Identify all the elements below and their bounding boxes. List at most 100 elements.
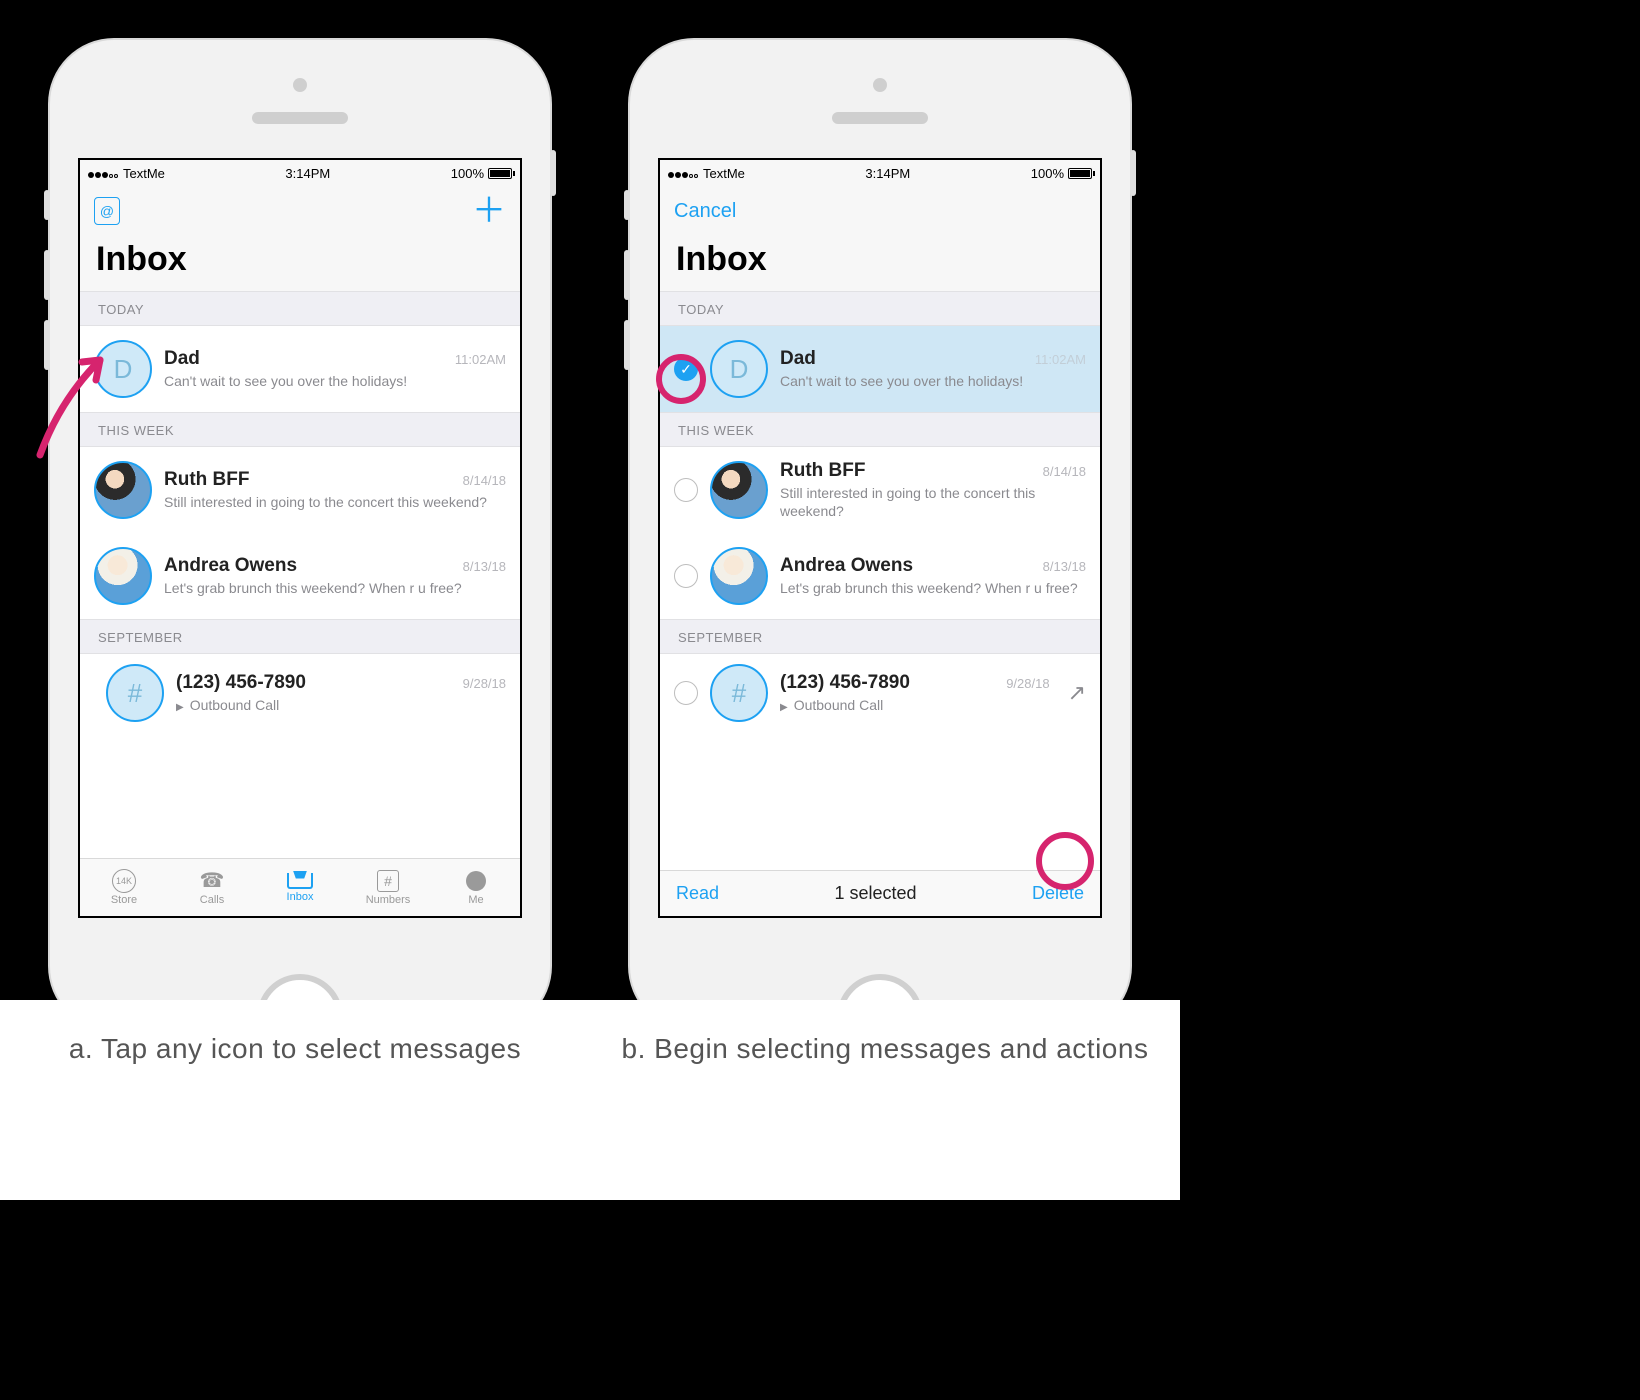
outbound-icon: ▶	[176, 701, 184, 714]
conversation-title: Ruth BFF	[164, 469, 249, 491]
nav-bar: Cancel	[660, 186, 1100, 236]
tab-label: Inbox	[287, 891, 314, 903]
front-camera-icon	[873, 78, 887, 92]
tab-me[interactable]: Me	[432, 859, 520, 916]
page-title: Inbox	[80, 236, 520, 291]
compose-button[interactable]: ＋	[472, 194, 506, 228]
volume-up-icon	[44, 250, 50, 300]
volume-up-icon	[624, 250, 630, 300]
phone-frame-a: TextMe 3:14PM 100% @ ＋ Inbox TODAY D	[50, 40, 550, 1030]
tab-label: Calls	[200, 894, 224, 906]
avatar-hash[interactable]: #	[710, 664, 768, 722]
conversation-time: 9/28/18	[1006, 676, 1049, 691]
conversation-row-number[interactable]: # (123) 456-7890 9/28/18 ▶Outbound Call …	[660, 654, 1100, 772]
section-header-today: TODAY	[80, 291, 520, 326]
inbox-icon	[287, 873, 313, 889]
conversation-title: Dad	[780, 348, 816, 370]
nav-bar: @ ＋	[80, 186, 520, 236]
cancel-button[interactable]: Cancel	[674, 200, 736, 223]
conversation-title: Andrea Owens	[164, 555, 297, 577]
conversation-time: 8/13/18	[463, 559, 506, 574]
calls-icon	[199, 870, 225, 892]
avatar-letter[interactable]: D	[710, 340, 768, 398]
conversation-title: (123) 456-7890	[780, 672, 910, 694]
conversation-row-ruth[interactable]: Ruth BFF 8/14/18 Still interested in goi…	[80, 447, 520, 533]
numbers-icon	[375, 870, 401, 892]
conversation-preview: Can't wait to see you over the holidays!	[780, 372, 1086, 390]
section-header-september: SEPTEMBER	[80, 619, 520, 654]
conversation-preview: Let's grab brunch this weekend? When r u…	[780, 579, 1086, 597]
conversation-preview: Let's grab brunch this weekend? When r u…	[164, 579, 506, 597]
volume-down-icon	[44, 320, 50, 370]
status-bar: TextMe 3:14PM 100%	[660, 160, 1100, 186]
front-camera-icon	[293, 78, 307, 92]
avatar-photo[interactable]	[710, 461, 768, 519]
power-button-icon	[550, 150, 556, 196]
conversation-row-dad[interactable]: D Dad 11:02AM Can't wait to see you over…	[80, 326, 520, 412]
avatar-photo[interactable]	[710, 547, 768, 605]
tab-label: Store	[111, 894, 137, 906]
inbox-content: Inbox TODAY ✓ D Dad 11:02AM Can't wait t…	[660, 236, 1100, 916]
store-icon	[111, 870, 137, 892]
status-bar: TextMe 3:14PM 100%	[80, 160, 520, 186]
selection-count: 1 selected	[834, 883, 916, 904]
conversation-time: 8/14/18	[1043, 464, 1086, 479]
avatar-letter[interactable]: D	[94, 340, 152, 398]
figure-stage: TextMe 3:14PM 100% @ ＋ Inbox TODAY D	[0, 0, 1180, 1000]
power-button-icon	[1130, 150, 1136, 196]
conversation-row-andrea[interactable]: Andrea Owens 8/13/18 Let's grab brunch t…	[660, 533, 1100, 619]
tab-inbox[interactable]: Inbox	[256, 859, 344, 916]
conversation-preview: Still interested in going to the concert…	[164, 493, 506, 511]
conversation-row-number[interactable]: # (123) 456-7890 9/28/18 ▶Outbound Call	[80, 654, 520, 782]
mute-switch-icon	[44, 190, 50, 220]
conversation-time: 11:02AM	[1035, 352, 1086, 367]
share-icon[interactable]: ↗	[1068, 680, 1086, 706]
selection-circle-checked[interactable]: ✓	[674, 357, 698, 381]
section-header-today: TODAY	[660, 291, 1100, 326]
mute-switch-icon	[624, 190, 630, 220]
conversation-row-ruth[interactable]: Ruth BFF 8/14/18 Still interested in goi…	[660, 447, 1100, 533]
volume-down-icon	[624, 320, 630, 370]
section-header-thisweek: THIS WEEK	[80, 412, 520, 447]
battery-percent: 100%	[1031, 166, 1064, 181]
mark-read-button[interactable]: Read	[676, 883, 719, 904]
screen-a: TextMe 3:14PM 100% @ ＋ Inbox TODAY D	[78, 158, 522, 918]
tab-calls[interactable]: Calls	[168, 859, 256, 916]
inbox-content: Inbox TODAY D Dad 11:02AM Can't wait to …	[80, 236, 520, 916]
avatar-photo[interactable]	[94, 547, 152, 605]
avatar-photo[interactable]	[94, 461, 152, 519]
selection-circle[interactable]	[674, 478, 698, 502]
conversation-title: Ruth BFF	[780, 460, 865, 482]
conversation-time: 8/13/18	[1043, 559, 1086, 574]
conversation-row-andrea[interactable]: Andrea Owens 8/13/18 Let's grab brunch t…	[80, 533, 520, 619]
conversation-preview: ▶Outbound Call	[780, 696, 1050, 714]
conversation-time: 8/14/18	[463, 473, 506, 488]
tab-bar: Store Calls Inbox Numbers Me	[80, 858, 520, 916]
carrier-label: TextMe	[703, 166, 745, 181]
conversation-title: (123) 456-7890	[176, 672, 306, 694]
conversation-time: 11:02AM	[455, 352, 506, 367]
caption-a: a. Tap any icon to select messages	[0, 1000, 590, 1200]
conversation-row-dad[interactable]: ✓ D Dad 11:02AM Can't wait to see you ov…	[660, 326, 1100, 412]
carrier-label: TextMe	[123, 166, 165, 181]
selection-circle[interactable]	[674, 681, 698, 705]
battery-icon	[488, 168, 512, 179]
me-icon	[463, 870, 489, 892]
contacts-icon[interactable]: @	[94, 197, 120, 225]
conversation-title: Dad	[164, 348, 200, 370]
earpiece-icon	[252, 112, 348, 124]
battery-icon	[1068, 168, 1092, 179]
earpiece-icon	[832, 112, 928, 124]
tab-label: Numbers	[366, 894, 411, 906]
caption-strip: a. Tap any icon to select messages b. Be…	[0, 1000, 1180, 1200]
caption-b: b. Begin selecting messages and actions	[590, 1000, 1180, 1200]
avatar-hash[interactable]: #	[106, 664, 164, 722]
battery-percent: 100%	[451, 166, 484, 181]
tab-store[interactable]: Store	[80, 859, 168, 916]
outbound-icon: ▶	[780, 701, 788, 714]
delete-button[interactable]: Delete	[1032, 883, 1084, 904]
tab-numbers[interactable]: Numbers	[344, 859, 432, 916]
selection-circle[interactable]	[674, 564, 698, 588]
clock-label: 3:14PM	[865, 166, 910, 181]
conversation-preview: Still interested in going to the concert…	[780, 484, 1086, 520]
